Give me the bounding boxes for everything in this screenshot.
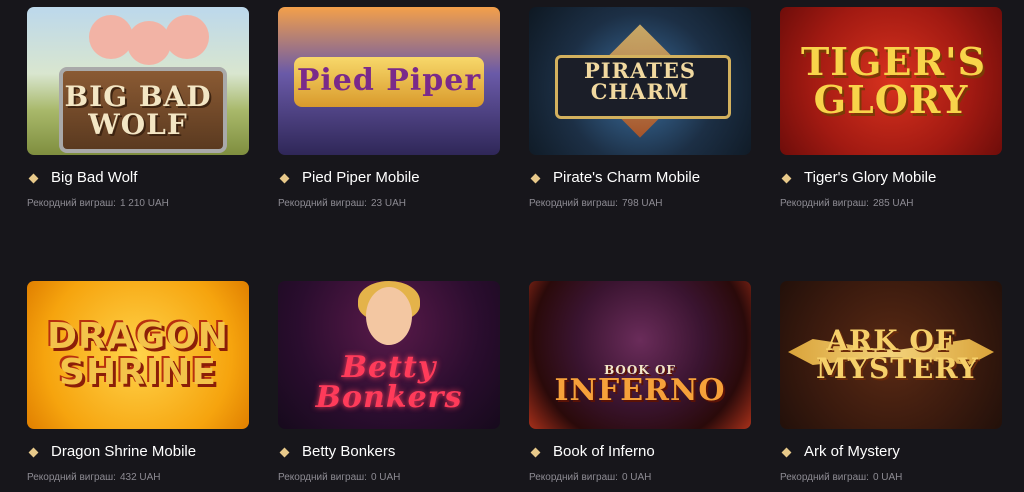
game-title-row[interactable]: Ark of Mystery [780,443,1002,461]
record-label: Рекордний виграш: [780,472,869,483]
record-value: 0 UAH [621,472,652,483]
game-title-row[interactable]: Betty Bonkers [278,443,500,461]
record-label: Рекордний виграш: [529,198,618,209]
record-label: Рекордний виграш: [278,472,367,483]
game-title-row[interactable]: Pied Piper Mobile [278,169,500,187]
game-thumbnail[interactable]: DRAGON SHRINE [27,281,249,429]
game-thumbnail[interactable]: PIRATES CHARM [529,7,751,155]
game-thumbnail[interactable]: TIGER'S GLORY [780,7,1002,155]
game-title-row[interactable]: Dragon Shrine Mobile [27,443,249,461]
diamond-bullet-icon [279,173,290,183]
game-title-row[interactable]: Pirate's Charm Mobile [529,169,751,187]
game-grid: BIG BAD WOLF Big Bad Wolf Рекордний вигр… [0,0,1024,492]
diamond-bullet-icon [28,173,39,183]
game-logo: PIRATES CHARM [583,58,696,104]
character-face [366,287,412,345]
diamond-bullet-icon [781,173,792,183]
diamond-bullet-icon [28,447,39,457]
record-label: Рекордний виграш: [27,472,116,483]
game-thumbnail[interactable]: Betty Bonkers [278,281,500,429]
game-title-row[interactable]: Big Bad Wolf [27,169,249,187]
record-label: Рекордний виграш: [529,472,618,483]
record-win: Рекордний виграш: 1 210 UAH [27,197,249,211]
game-title[interactable]: Ark of Mystery [804,443,900,461]
diamond-bullet-icon [530,447,541,457]
record-label: Рекордний виграш: [278,198,367,209]
game-logo-main: INFERNO [554,373,726,408]
record-win: Рекордний виграш: 0 UAH [529,471,751,485]
pig-illustration [89,15,133,59]
game-logo: TIGER'S GLORY [801,39,987,122]
record-value: 1 210 UAH [119,198,169,209]
game-title[interactable]: Tiger's Glory Mobile [804,169,936,187]
game-title[interactable]: Big Bad Wolf [51,169,137,187]
game-logo: Betty Bonkers [315,349,463,415]
game-thumbnail[interactable]: BIG BAD WOLF [27,7,249,155]
record-label: Рекордний виграш: [27,198,116,209]
pig-illustration [165,15,209,59]
game-card-big-bad-wolf[interactable]: BIG BAD WOLF Big Bad Wolf Рекордний вигр… [27,7,249,211]
record-win: Рекордний виграш: 23 UAH [278,197,500,211]
record-value: 0 UAH [872,472,903,483]
game-card-pied-piper[interactable]: Pied Piper Pied Piper Mobile Рекордний в… [278,7,500,211]
game-thumbnail[interactable]: Pied Piper [278,7,500,155]
diamond-bullet-icon [530,173,541,183]
record-value: 432 UAH [119,472,161,483]
diamond-bullet-icon [781,447,792,457]
game-title[interactable]: Betty Bonkers [302,443,395,461]
record-value: 285 UAH [872,198,914,209]
game-title-row[interactable]: Book of Inferno [529,443,751,461]
game-logo: Pied Piper [296,63,482,98]
record-value: 23 UAH [370,198,406,209]
game-title-row[interactable]: Tiger's Glory Mobile [780,169,1002,187]
game-logo: DRAGON SHRINE [47,316,229,393]
game-card-betty-bonkers[interactable]: Betty Bonkers Betty Bonkers Рекордний ви… [278,281,500,485]
record-win: Рекордний виграш: 0 UAH [780,471,1002,485]
game-logo: ARK OF MYSTERY [816,324,979,385]
record-win: Рекордний виграш: 432 UAH [27,471,249,485]
record-win: Рекордний виграш: 798 UAH [529,197,751,211]
game-logo: BIG BAD WOLF [64,80,212,141]
game-card-book-of-inferno[interactable]: BOOK OF INFERNO Book of Inferno Рекордни… [529,281,751,485]
game-thumbnail[interactable]: ARK OF MYSTERY [780,281,1002,429]
game-title[interactable]: Dragon Shrine Mobile [51,443,196,461]
game-card-tigers-glory[interactable]: TIGER'S GLORY Tiger's Glory Mobile Рекор… [780,7,1002,211]
record-win: Рекордний виграш: 285 UAH [780,197,1002,211]
pig-illustration [127,21,171,65]
game-logo: BOOK OF INFERNO [554,364,725,406]
record-label: Рекордний виграш: [780,198,869,209]
game-card-dragon-shrine[interactable]: DRAGON SHRINE Dragon Shrine Mobile Рекор… [27,281,249,485]
game-card-ark-of-mystery[interactable]: ARK OF MYSTERY Ark of Mystery Рекордний … [780,281,1002,485]
game-title[interactable]: Book of Inferno [553,443,655,461]
game-title[interactable]: Pied Piper Mobile [302,169,420,187]
record-value: 798 UAH [621,198,663,209]
game-title[interactable]: Pirate's Charm Mobile [553,169,700,187]
record-value: 0 UAH [370,472,401,483]
record-win: Рекордний виграш: 0 UAH [278,471,500,485]
game-card-pirates-charm[interactable]: PIRATES CHARM Pirate's Charm Mobile Реко… [529,7,751,211]
diamond-bullet-icon [279,447,290,457]
game-thumbnail[interactable]: BOOK OF INFERNO [529,281,751,429]
